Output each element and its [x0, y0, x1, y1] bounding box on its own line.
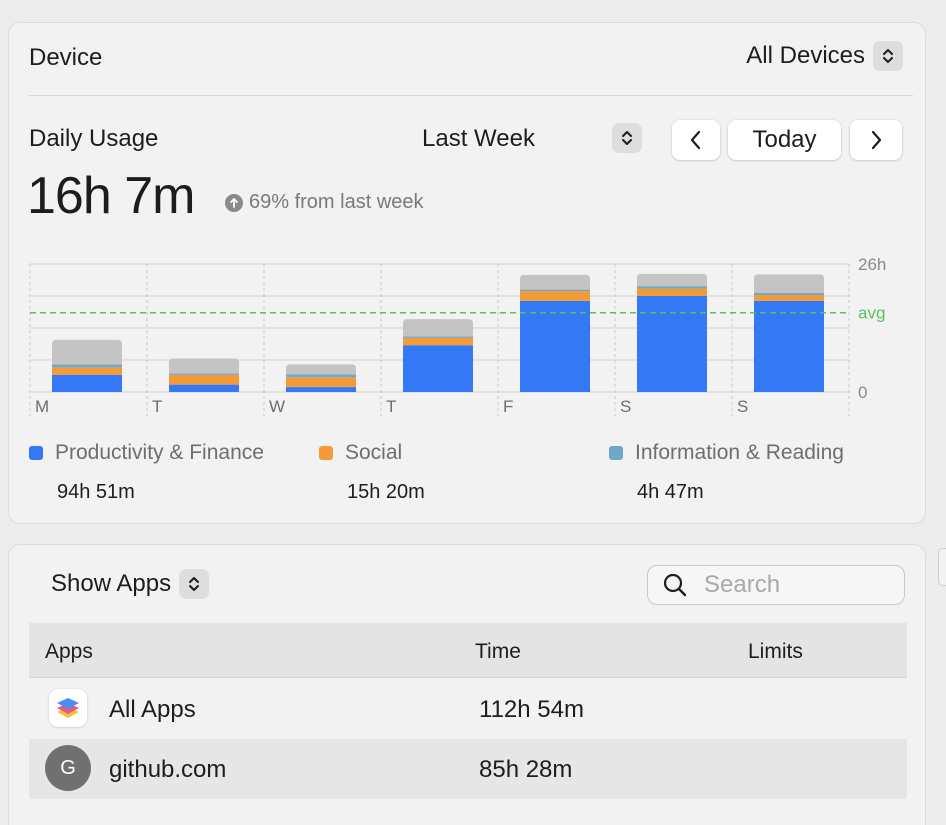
scrollbar-stub: [938, 548, 946, 586]
legend-item: Productivity & Finance: [29, 441, 264, 465]
x-tick-label: F: [503, 397, 513, 416]
search-icon: [663, 573, 687, 597]
legend-item: Information & Reading: [609, 441, 844, 465]
bar-segment: [169, 384, 239, 392]
legend-item: Social: [319, 441, 402, 465]
table-row-all-apps[interactable]: All Apps 112h 54m: [29, 679, 907, 739]
apps-card: Show Apps Apps Time Limits All Apps 11: [8, 544, 926, 825]
legend-swatch: [319, 446, 333, 460]
usage-chart: M T W T F S S 26h avg 0: [29, 255, 886, 416]
x-tick-label: W: [269, 397, 285, 416]
usage-card: Device All Devices Daily Usage Last Week…: [8, 22, 926, 524]
stack-icon: [49, 689, 87, 727]
bar-segment: [52, 339, 122, 365]
legend-label: Productivity & Finance: [55, 441, 264, 464]
bar-segment: [169, 374, 239, 385]
legend-total: 15h 20m: [347, 481, 425, 503]
app-time: 112h 54m: [479, 696, 584, 723]
table-header: Apps Time Limits: [29, 623, 907, 678]
y-tick-label: 0: [858, 383, 867, 402]
legend-total: 94h 51m: [57, 481, 135, 503]
bar-segment: [286, 364, 356, 375]
bar-segment: [286, 387, 356, 392]
bar-segment: [637, 286, 707, 289]
legend-label: Information & Reading: [635, 441, 844, 464]
app-time: 85h 28m: [479, 756, 573, 783]
bar-segment: [52, 364, 122, 368]
x-tick-label: T: [152, 397, 162, 416]
bar-segment: [637, 273, 707, 287]
bar-segment: [520, 300, 590, 392]
bar-segment: [286, 377, 356, 388]
bar-segment: [52, 374, 122, 392]
app-name: All Apps: [109, 696, 196, 723]
column-apps[interactable]: Apps: [45, 640, 93, 664]
search-input[interactable]: [702, 570, 886, 600]
bar-segment: [403, 337, 473, 346]
table-row-github[interactable]: G github.com 85h 28m: [29, 739, 907, 799]
app-name: github.com: [109, 756, 227, 783]
x-tick-label: S: [620, 397, 631, 416]
legend-swatch: [609, 446, 623, 460]
bar-segment: [403, 345, 473, 392]
legend-swatch: [29, 446, 43, 460]
bar-segment: [754, 300, 824, 392]
bar-segment: [520, 274, 590, 290]
x-tick-label: M: [35, 397, 49, 416]
bar-segment: [754, 293, 824, 296]
show-apps-select[interactable]: Show Apps: [51, 569, 210, 599]
legend-label: Social: [345, 441, 403, 464]
column-limits[interactable]: Limits: [748, 640, 803, 664]
y-tick-label: 26h: [858, 255, 886, 274]
bar-segment: [520, 289, 590, 292]
bar-segment: [637, 288, 707, 296]
search-box[interactable]: [647, 565, 905, 605]
bar-segment: [286, 374, 356, 378]
x-tick-label: T: [386, 397, 396, 416]
apps-header: Show Apps: [9, 545, 925, 623]
avatar: G: [45, 745, 91, 791]
y-tick-label: avg: [858, 304, 885, 323]
x-tick-label: S: [737, 397, 748, 416]
bar-segment: [403, 336, 473, 338]
bar-segment: [403, 319, 473, 337]
bar-segment: [169, 358, 239, 374]
bar-segment: [520, 291, 590, 301]
bar-segment: [52, 367, 122, 375]
bar-segment: [754, 295, 824, 301]
legend-total: 4h 47m: [637, 481, 704, 503]
bar-segment: [637, 296, 707, 392]
show-apps-label: Show Apps: [51, 570, 172, 597]
column-time[interactable]: Time: [475, 640, 521, 664]
bar-segment: [169, 373, 239, 375]
bar-segment: [754, 274, 824, 294]
updown-chevron-icon: [179, 569, 210, 599]
